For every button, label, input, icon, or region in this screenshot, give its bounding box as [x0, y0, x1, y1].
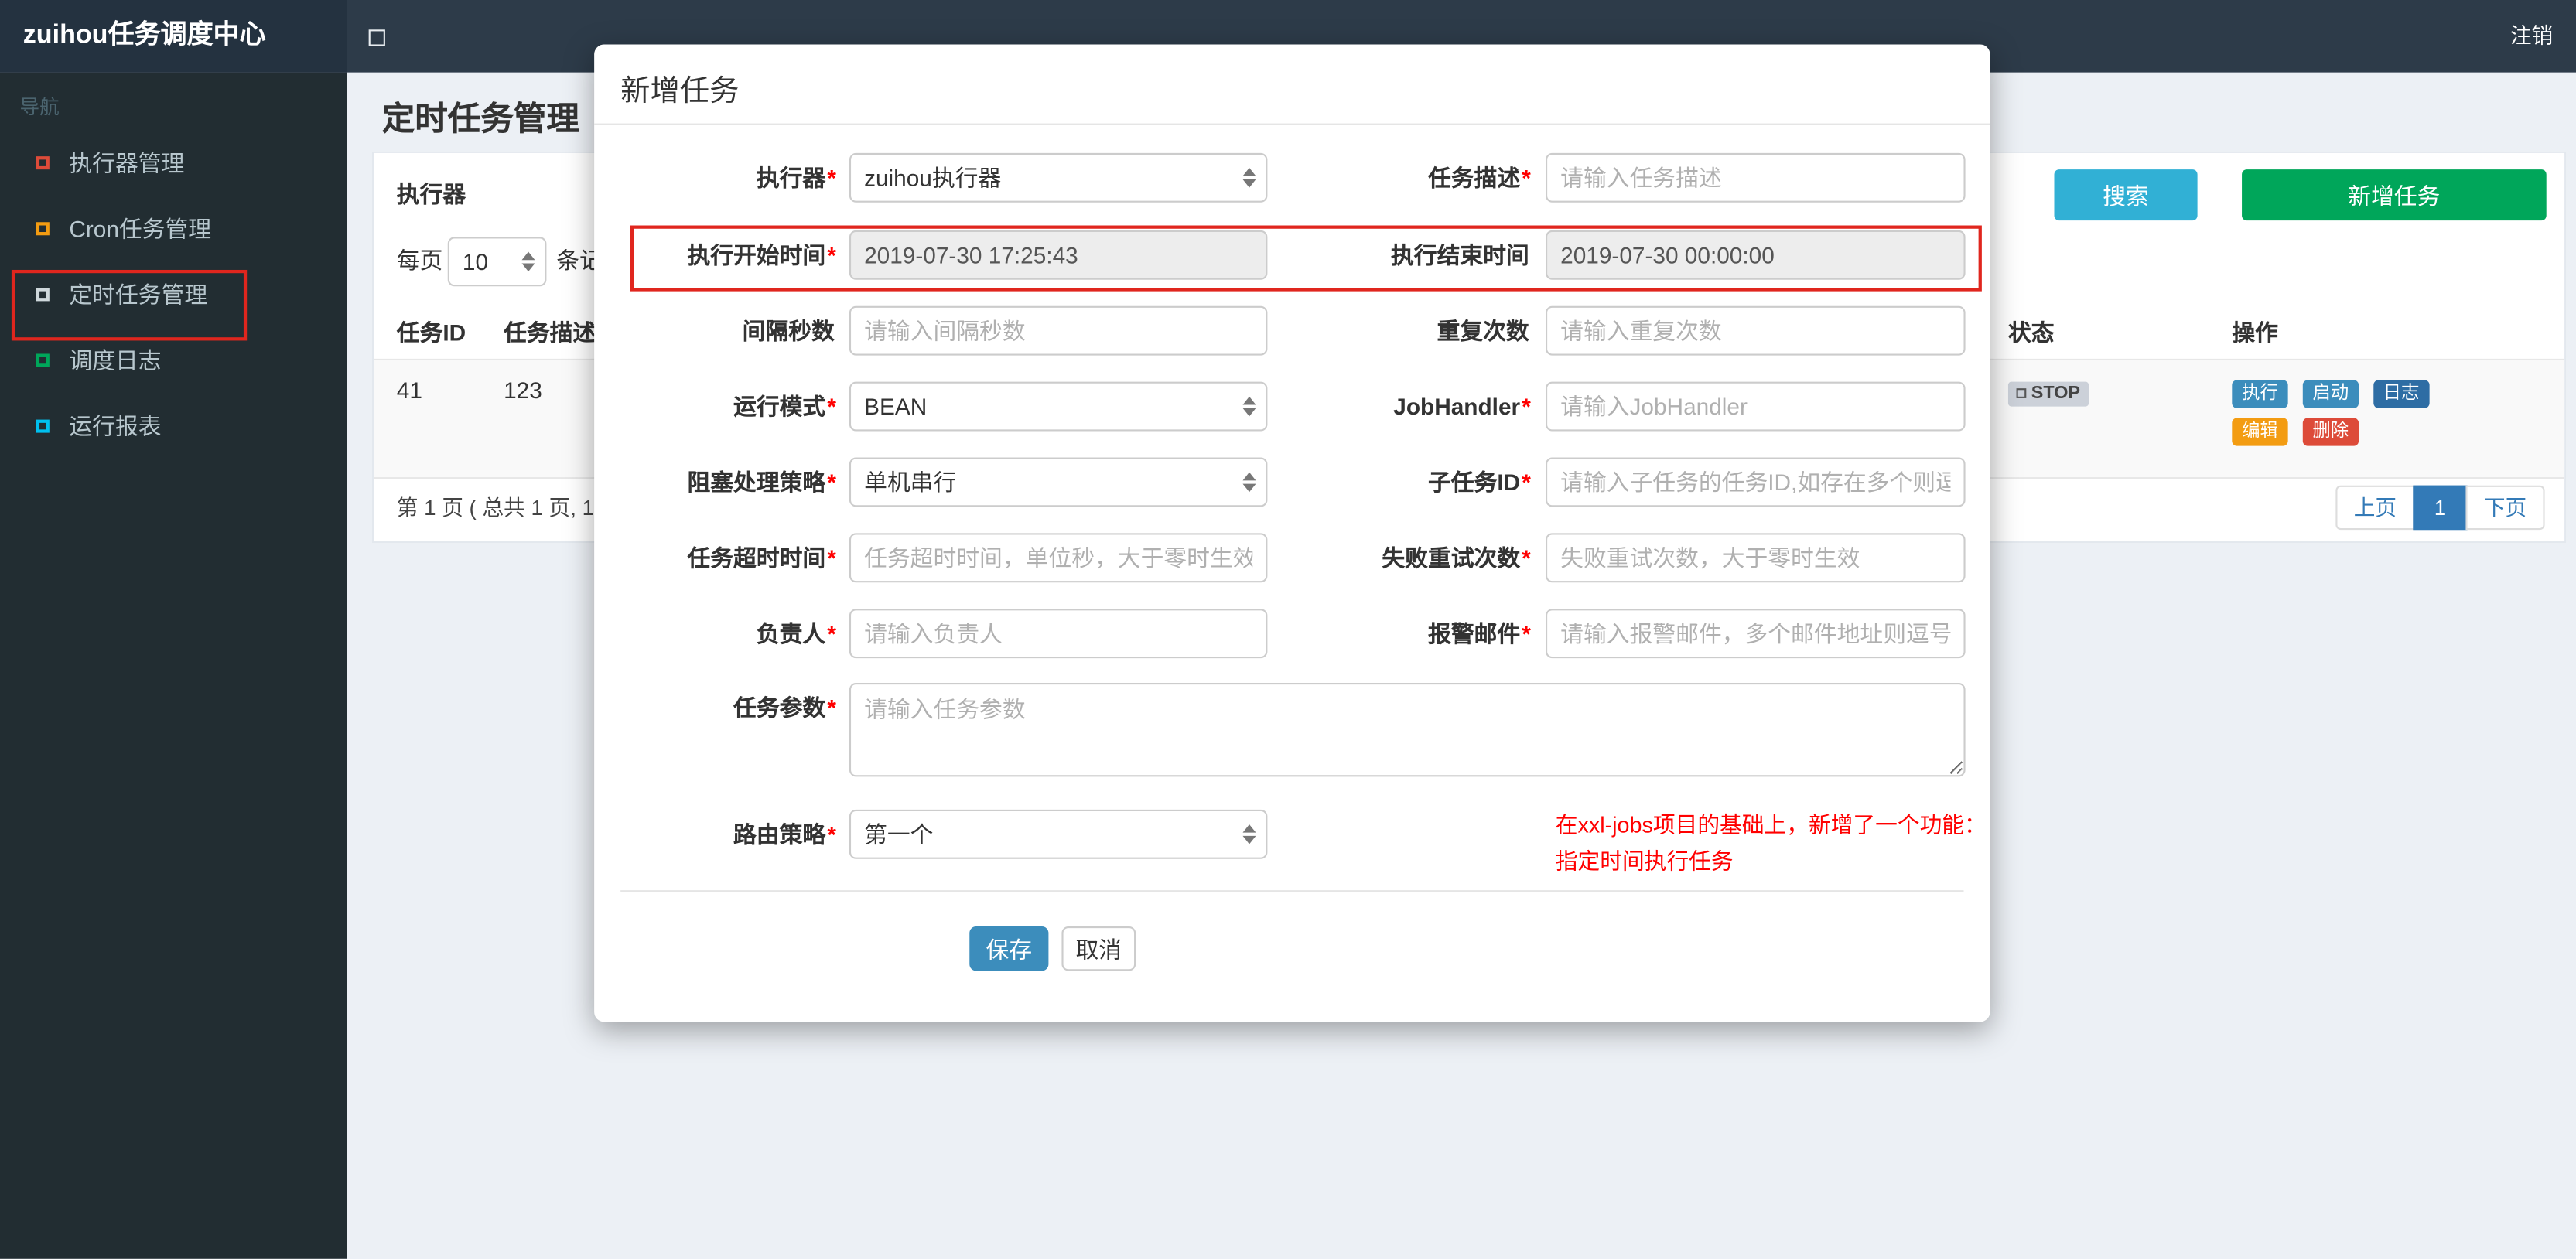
fail-retry-input[interactable] [1546, 533, 1966, 583]
task-desc-label: 任务描述 * [1427, 164, 1531, 191]
app-logo: zuihou任务调度中心 [0, 0, 347, 73]
menu-square-icon [36, 156, 50, 170]
executor-select[interactable]: zuihou执行器 [849, 152, 1268, 203]
required-asterisk: * [1522, 469, 1531, 496]
required-asterisk: * [827, 241, 836, 268]
page-title: 定时任务管理 [381, 101, 579, 138]
sidebar: 导航 执行器管理 Cron任务管理 定时任务管理 调度日志 运行报表 [0, 72, 347, 1259]
feature-note: 在xxl-jobs项目的基础上，新增了一个功能： 指定时间执行任务 [1555, 813, 1987, 874]
required-asterisk: * [1522, 544, 1531, 571]
select-arrows-icon [1242, 168, 1256, 188]
run-mode-select[interactable]: BEAN [849, 381, 1268, 432]
sidebar-item-executor-mgmt[interactable]: 执行器管理 [0, 130, 347, 196]
header-task-id: 任务ID [396, 319, 466, 346]
add-task-modal: 新增任务 执行器* zuihou执行器 任务描述* 执行开始时间* 执行结束时间… [594, 44, 1990, 1022]
required-asterisk: * [827, 694, 836, 721]
job-handler-label: JobHandler * [1393, 393, 1531, 420]
required-asterisk: * [827, 620, 836, 647]
required-asterisk: * [827, 821, 836, 848]
menu-square-icon [36, 419, 50, 433]
required-asterisk: * [827, 469, 836, 496]
logout-link[interactable]: 注销 [2510, 0, 2553, 73]
select-arrows-icon [1242, 824, 1256, 844]
sidebar-header: 导航 [19, 95, 60, 119]
sidebar-item-run-report[interactable]: 运行报表 [0, 394, 347, 459]
alarm-email-label: 报警邮件 * [1427, 620, 1531, 647]
modal-footer-divider [620, 890, 1964, 892]
menu-square-icon [36, 288, 50, 302]
repeat-count-input[interactable] [1546, 305, 1966, 356]
app-viewport: zuihou任务调度中心 注销 导航 执行器管理 Cron任务管理 定时任务管理… [0, 0, 2576, 1259]
owner-label: 负责人 * [756, 620, 836, 647]
start-time-label: 执行开始时间 * [687, 241, 836, 268]
fail-retry-label: 失败重试次数 * [1382, 544, 1531, 571]
interval-label: 间隔秒数 [742, 317, 835, 344]
route-strategy-label: 路由策略 * [733, 821, 836, 848]
end-time-label: 执行结束时间 [1390, 241, 1529, 268]
pagination: 上页 1 下页 [2335, 485, 2545, 531]
next-page-button[interactable]: 下页 [2465, 485, 2545, 531]
required-asterisk: * [1522, 164, 1531, 191]
end-time-input[interactable] [1546, 230, 1966, 280]
sidebar-toggle-icon[interactable] [368, 29, 385, 46]
header-status: 状态 [2007, 319, 2055, 346]
task-desc-input[interactable] [1546, 152, 1966, 203]
op-delete-button[interactable]: 删除 [2302, 418, 2359, 446]
timeout-input[interactable] [849, 533, 1268, 583]
op-start-button[interactable]: 启动 [2302, 380, 2359, 408]
route-strategy-select[interactable]: 第一个 [849, 809, 1268, 859]
current-page-button[interactable]: 1 [2413, 485, 2468, 531]
status-cell: STOP [2007, 360, 2232, 477]
task-id-cell: 41 [396, 377, 422, 404]
required-asterisk: * [827, 393, 836, 420]
sidebar-nav: 执行器管理 Cron任务管理 定时任务管理 调度日志 运行报表 [0, 130, 347, 459]
header-ops: 操作 [2232, 319, 2278, 346]
required-asterisk: * [1522, 620, 1531, 647]
child-task-label: 子任务ID * [1427, 469, 1531, 496]
menu-square-icon [36, 222, 50, 236]
op-edit-button[interactable]: 编辑 [2232, 418, 2288, 446]
sidebar-item-dispatch-log[interactable]: 调度日志 [0, 327, 347, 393]
block-strategy-select[interactable]: 单机串行 [849, 457, 1268, 507]
save-button[interactable]: 保存 [969, 926, 1049, 971]
repeat-count-label: 重复次数 [1437, 317, 1529, 344]
sidebar-item-scheduled-task-mgmt[interactable]: 定时任务管理 [0, 261, 347, 327]
op-log-button[interactable]: 日志 [2373, 380, 2430, 408]
interval-input[interactable] [849, 305, 1268, 356]
per-page-label: 每页 [396, 247, 443, 274]
modal-header: 新增任务 [594, 44, 1990, 125]
select-arrows-icon [1242, 472, 1256, 493]
per-page-select[interactable]: 10 [447, 237, 547, 287]
select-arrows-icon [1242, 396, 1256, 417]
executor-filter-label: 执行器 [396, 181, 466, 208]
stop-square-icon [2016, 388, 2027, 398]
required-asterisk: * [827, 544, 836, 571]
select-arrows-icon [521, 251, 535, 272]
executor-label: 执行器 * [756, 164, 836, 191]
add-task-button[interactable]: 新增任务 [2242, 169, 2547, 221]
modal-title: 新增任务 [620, 73, 740, 107]
status-badge: STOP [2007, 381, 2089, 407]
timeout-label: 任务超时时间 * [687, 544, 836, 571]
op-execute-button[interactable]: 执行 [2232, 380, 2288, 408]
sidebar-item-cron-task-mgmt[interactable]: Cron任务管理 [0, 196, 347, 261]
pagination-info: 第 1 页 ( 总共 1 页, 1 [396, 495, 594, 520]
alarm-email-input[interactable] [1546, 609, 1966, 659]
prev-page-button[interactable]: 上页 [2335, 485, 2415, 531]
cancel-button[interactable]: 取消 [1061, 926, 1136, 971]
block-strategy-label: 阻塞处理策略 * [687, 469, 836, 496]
required-asterisk: * [1522, 393, 1531, 420]
search-button[interactable]: 搜索 [2054, 169, 2198, 221]
ops-cell: 执行 启动 日志 编辑 删除 [2232, 360, 2446, 477]
job-handler-input[interactable] [1546, 381, 1966, 432]
task-params-textarea[interactable] [849, 683, 1966, 777]
required-asterisk: * [827, 164, 836, 191]
run-mode-label: 运行模式 * [733, 393, 836, 420]
menu-square-icon [36, 353, 50, 367]
owner-input[interactable] [849, 609, 1268, 659]
start-time-input[interactable] [849, 230, 1268, 280]
child-task-input[interactable] [1546, 457, 1966, 507]
task-params-label: 任务参数 * [733, 694, 836, 721]
